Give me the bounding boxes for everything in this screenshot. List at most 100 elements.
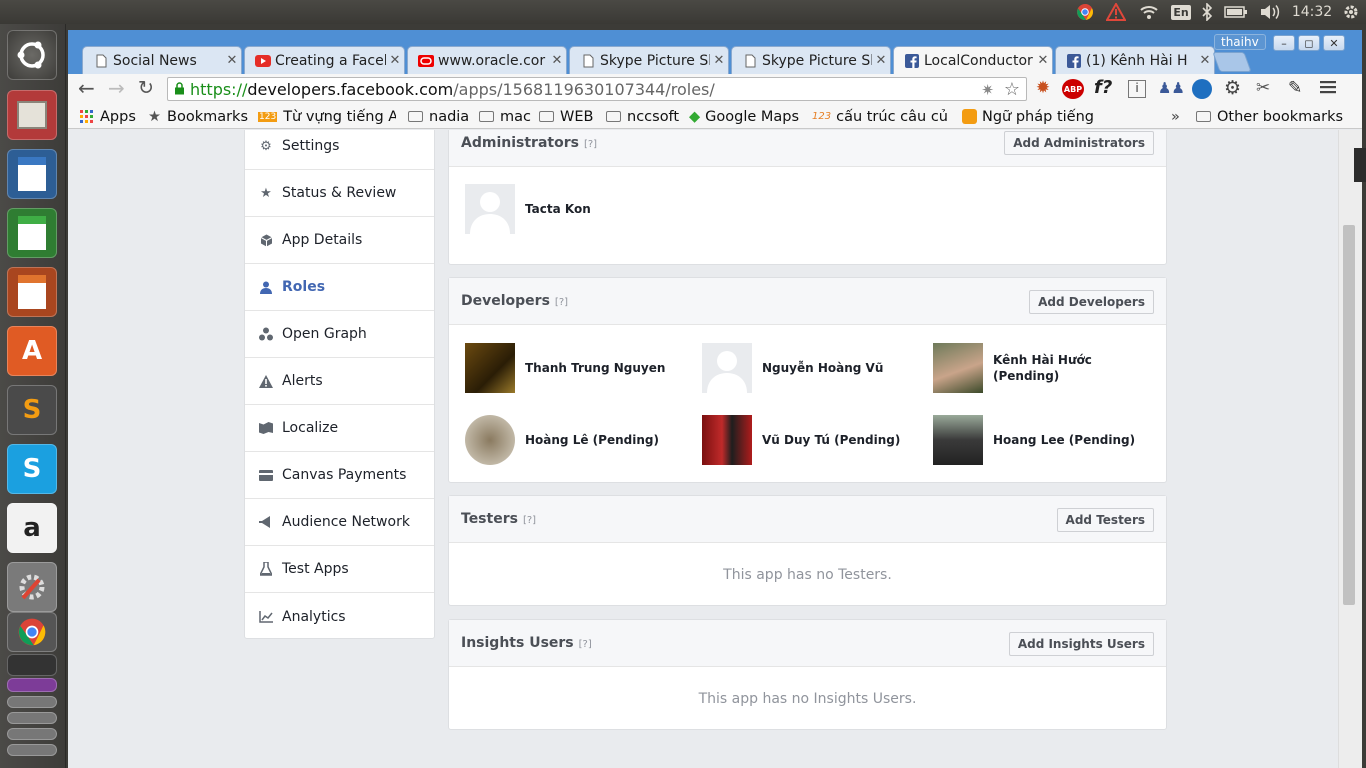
bookmark-mac[interactable]: mac [479, 104, 531, 129]
add-administrators-button[interactable]: Add Administrators [1004, 131, 1154, 155]
app-stack-icon[interactable] [7, 678, 57, 692]
other-bookmarks[interactable]: Other bookmarks [1196, 104, 1343, 129]
developer-item[interactable]: Hoang Lee (Pending) [933, 415, 1135, 465]
help-link[interactable]: [?] [584, 139, 597, 150]
session-gear-icon[interactable] [1340, 0, 1362, 24]
close-tab-icon[interactable]: ✕ [710, 53, 728, 68]
chrome-tray-icon[interactable] [1074, 0, 1096, 24]
impress-icon[interactable] [7, 267, 57, 317]
tab-kenh-hai[interactable]: (1) Kênh Hài H ✕ [1055, 46, 1215, 74]
terminal-icon[interactable] [7, 654, 57, 676]
add-testers-button[interactable]: Add Testers [1056, 508, 1154, 532]
battery-icon[interactable] [1222, 0, 1250, 24]
forward-arrow-icon[interactable]: → [108, 78, 130, 99]
chrome-launcher-icon[interactable] [7, 612, 57, 652]
tools-extension-icon[interactable]: ✂ [1256, 78, 1278, 100]
administrator-item[interactable]: Tacta Kon [465, 184, 591, 234]
clock[interactable]: 14:32 [1290, 0, 1334, 24]
system-settings-icon[interactable] [7, 562, 57, 612]
app-stack-icon-3[interactable] [7, 712, 57, 724]
tab-oracle[interactable]: www.oracle.cor ✕ [407, 46, 567, 74]
close-tab-icon[interactable]: ✕ [872, 53, 890, 68]
warning-icon[interactable] [1104, 0, 1128, 24]
profile-button[interactable]: thaihv [1214, 34, 1266, 50]
bookmark-cau-truc[interactable]: 123 cấu trúc câu củ [812, 104, 950, 129]
extension-gear-icon[interactable]: ✷ [981, 81, 994, 99]
help-link[interactable]: [?] [523, 515, 536, 526]
globe-extension-icon[interactable] [1192, 79, 1212, 99]
sidebar-item-analytics[interactable]: Analytics [245, 593, 434, 640]
close-tab-icon[interactable]: ✕ [223, 53, 241, 68]
developer-item[interactable]: Vũ Duy Tú (Pending) [702, 415, 900, 465]
developer-item[interactable]: Kênh Hài Hước (Pending) [933, 343, 1092, 393]
trash-icon[interactable] [7, 744, 57, 756]
volume-icon[interactable] [1257, 0, 1283, 24]
wifi-icon[interactable] [1137, 0, 1161, 24]
files-icon[interactable] [7, 90, 57, 140]
sidebar-item-open-graph[interactable]: Open Graph [245, 311, 434, 358]
help-link[interactable]: [?] [579, 639, 592, 650]
close-tab-icon[interactable]: ✕ [548, 53, 566, 68]
bookmark-ngu-phap[interactable]: Ngữ pháp tiếng [962, 104, 1102, 129]
sidebar-item-alerts[interactable]: Alerts [245, 358, 434, 405]
close-tab-icon[interactable]: ✕ [1196, 53, 1214, 68]
calc-icon[interactable] [7, 208, 57, 258]
bluetooth-icon[interactable] [1198, 0, 1216, 24]
sidebar-item-settings[interactable]: ⚙ Settings [245, 130, 434, 170]
developer-item[interactable]: Hoàng Lê (Pending) [465, 415, 659, 465]
tab-social-news[interactable]: Social News ✕ [82, 46, 242, 74]
tab-skype-picture-1[interactable]: Skype Picture Sl ✕ [569, 46, 729, 74]
bookmarks-bookmark[interactable]: ★ Bookmarks [148, 104, 248, 129]
eyedropper-extension-icon[interactable]: ✎ [1288, 78, 1310, 100]
settings-extension-icon[interactable]: ⚙ [1224, 77, 1246, 99]
info-extension-icon[interactable]: i [1128, 80, 1146, 98]
bookmark-tu-vung[interactable]: 123 Từ vựng tiếng A [258, 104, 396, 129]
developer-item[interactable]: Nguyễn Hoàng Vũ [702, 343, 883, 393]
sidebar-item-canvas-payments[interactable]: Canvas Payments [245, 452, 434, 499]
maximize-button[interactable]: ◻ [1298, 35, 1320, 51]
skype-icon[interactable]: S [7, 444, 57, 494]
close-tab-icon[interactable]: ✕ [1034, 53, 1052, 68]
font-finder-icon[interactable]: f? [1094, 77, 1118, 99]
reload-icon[interactable]: ↻ [138, 79, 160, 99]
friends-extension-icon[interactable]: ♟♟ [1158, 79, 1185, 99]
sidebar-item-test-apps[interactable]: Test Apps [245, 546, 434, 593]
sidebar-item-app-details[interactable]: App Details [245, 217, 434, 264]
bookmark-nccsoft[interactable]: nccsoft [606, 104, 679, 129]
tab-youtube[interactable]: Creating a Facel ✕ [244, 46, 405, 74]
sidebar-item-roles[interactable]: Roles [245, 264, 434, 311]
new-tab-button[interactable] [1212, 52, 1252, 72]
minimize-button[interactable]: – [1273, 35, 1295, 51]
app-stack-icon-4[interactable] [7, 728, 57, 740]
keyboard-layout-indicator[interactable]: En [1170, 0, 1192, 24]
menu-icon[interactable] [1320, 79, 1340, 99]
amazon-icon[interactable]: a [7, 503, 57, 553]
tab-localconductor[interactable]: LocalConductor ✕ [893, 46, 1053, 74]
bookmark-star-icon[interactable]: ☆ [1004, 79, 1020, 100]
add-developers-button[interactable]: Add Developers [1029, 290, 1154, 314]
help-link[interactable]: [?] [555, 297, 568, 308]
sidebar-item-audience-network[interactable]: Audience Network [245, 499, 434, 546]
close-window-button[interactable]: ✕ [1323, 35, 1345, 51]
add-insights-users-button[interactable]: Add Insights Users [1008, 632, 1154, 656]
scrollbar-thumb[interactable] [1343, 225, 1355, 605]
sidebar-item-localize[interactable]: Localize [245, 405, 434, 452]
sublime-text-icon[interactable]: S [7, 385, 57, 435]
back-arrow-icon[interactable]: ← [78, 78, 100, 99]
tab-skype-picture-2[interactable]: Skype Picture Sl ✕ [731, 46, 891, 74]
software-center-icon[interactable]: A [7, 326, 57, 376]
app-stack-icon-2[interactable] [7, 696, 57, 708]
bug-extension-icon[interactable]: ✹ [1032, 78, 1054, 100]
adblock-icon[interactable]: ABP [1062, 79, 1084, 99]
sidebar-item-status-review[interactable]: ★ Status & Review [245, 170, 434, 217]
address-bar[interactable]: https://developers.facebook.com/apps/156… [167, 77, 1027, 101]
ubuntu-dash-icon[interactable] [7, 30, 57, 80]
writer-icon[interactable] [7, 149, 57, 199]
apps-bookmark[interactable]: Apps [80, 104, 136, 129]
bookmark-nadia[interactable]: nadia [408, 104, 469, 129]
bookmarks-overflow-button[interactable]: » [1171, 104, 1180, 129]
bookmark-google-maps[interactable]: ◆ Google Maps [689, 104, 799, 129]
vertical-scrollbar[interactable] [1338, 130, 1362, 768]
bookmark-web[interactable]: WEB [539, 104, 593, 129]
developer-item[interactable]: Thanh Trung Nguyen [465, 343, 665, 393]
